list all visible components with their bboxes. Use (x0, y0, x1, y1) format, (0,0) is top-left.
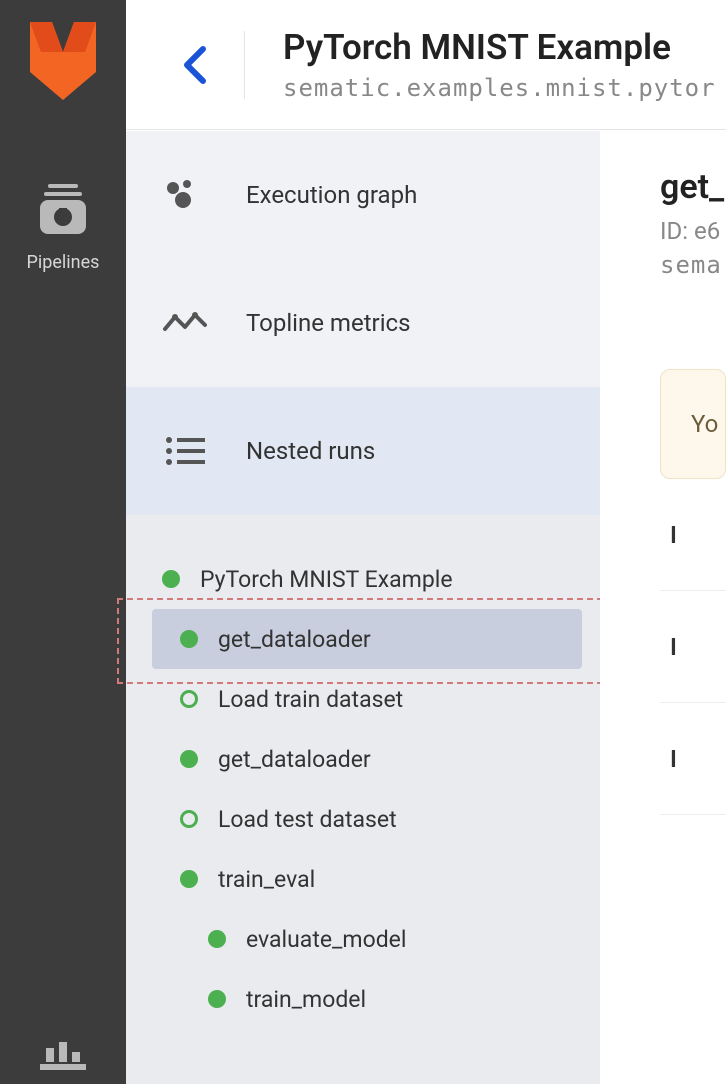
tree-row[interactable]: Load train dataset (126, 669, 600, 729)
status-dot-icon (180, 870, 198, 888)
sidebar-item-label: Pipelines (27, 252, 100, 273)
line-chart-icon (162, 311, 208, 335)
tree-row[interactable]: get_dataloader (126, 729, 600, 789)
details-row[interactable]: I (660, 479, 726, 591)
tree-row[interactable]: train_model (126, 969, 600, 1029)
tree-label: Load test dataset (218, 806, 397, 833)
sidebar-bottom-icon[interactable] (40, 1042, 86, 1076)
nav-label: Execution graph (246, 181, 417, 209)
side-panel: Execution graph Topline metrics Nested r… (126, 131, 600, 1084)
tree-label: Load train dataset (218, 686, 403, 713)
tree-row[interactable]: get_dataloader (126, 609, 600, 669)
header-title-block: PyTorch MNIST Example sematic.examples.m… (283, 27, 716, 102)
chevron-left-icon (181, 45, 207, 85)
sidebar: Pipelines (0, 0, 126, 1084)
details-row[interactable]: I (660, 703, 726, 815)
nav-label: Topline metrics (246, 309, 410, 337)
status-dot-icon (180, 690, 198, 708)
pipelines-icon (40, 184, 86, 238)
status-dot-icon (208, 930, 226, 948)
tree-label: get_dataloader (218, 746, 371, 773)
nav-nested-runs[interactable]: Nested runs (126, 387, 600, 515)
nav-topline-metrics[interactable]: Topline metrics (126, 259, 600, 387)
tree-row[interactable]: Load test dataset (126, 789, 600, 849)
details-pane: get_ ID: e6 sema Yo I I I (600, 131, 726, 1084)
tree-label: train_eval (218, 866, 315, 893)
tree-row[interactable]: evaluate_model (126, 909, 600, 969)
back-button[interactable] (164, 35, 224, 95)
nav-label: Nested runs (246, 437, 375, 465)
app-logo[interactable] (30, 22, 96, 104)
run-tree: PyTorch MNIST Example get_dataloader Loa… (126, 515, 600, 1084)
page-subtitle: sematic.examples.mnist.pytor (283, 74, 716, 102)
status-dot-icon (180, 810, 198, 828)
tree-label: train_model (246, 986, 366, 1013)
tree-label: evaluate_model (246, 926, 406, 953)
scatter-icon (162, 180, 208, 210)
tree-row[interactable]: train_eval (126, 849, 600, 909)
sidebar-item-pipelines[interactable]: Pipelines (27, 184, 100, 273)
header: PyTorch MNIST Example sematic.examples.m… (126, 0, 726, 130)
divider (244, 31, 245, 99)
tree-label: PyTorch MNIST Example (200, 566, 453, 593)
list-icon (162, 436, 208, 466)
status-dot-icon (180, 630, 198, 648)
details-path: sema (660, 251, 726, 279)
details-title: get_ (660, 167, 726, 207)
status-dot-icon (208, 990, 226, 1008)
status-dot-icon (162, 570, 180, 588)
tree-label: get_dataloader (218, 626, 371, 653)
details-id: ID: e6 (660, 217, 726, 245)
nav-execution-graph[interactable]: Execution graph (126, 131, 600, 259)
details-callout: Yo (660, 369, 726, 479)
status-dot-icon (180, 750, 198, 768)
tree-row[interactable]: PyTorch MNIST Example (126, 549, 600, 609)
details-row[interactable]: I (660, 591, 726, 703)
page-title: PyTorch MNIST Example (283, 27, 716, 68)
